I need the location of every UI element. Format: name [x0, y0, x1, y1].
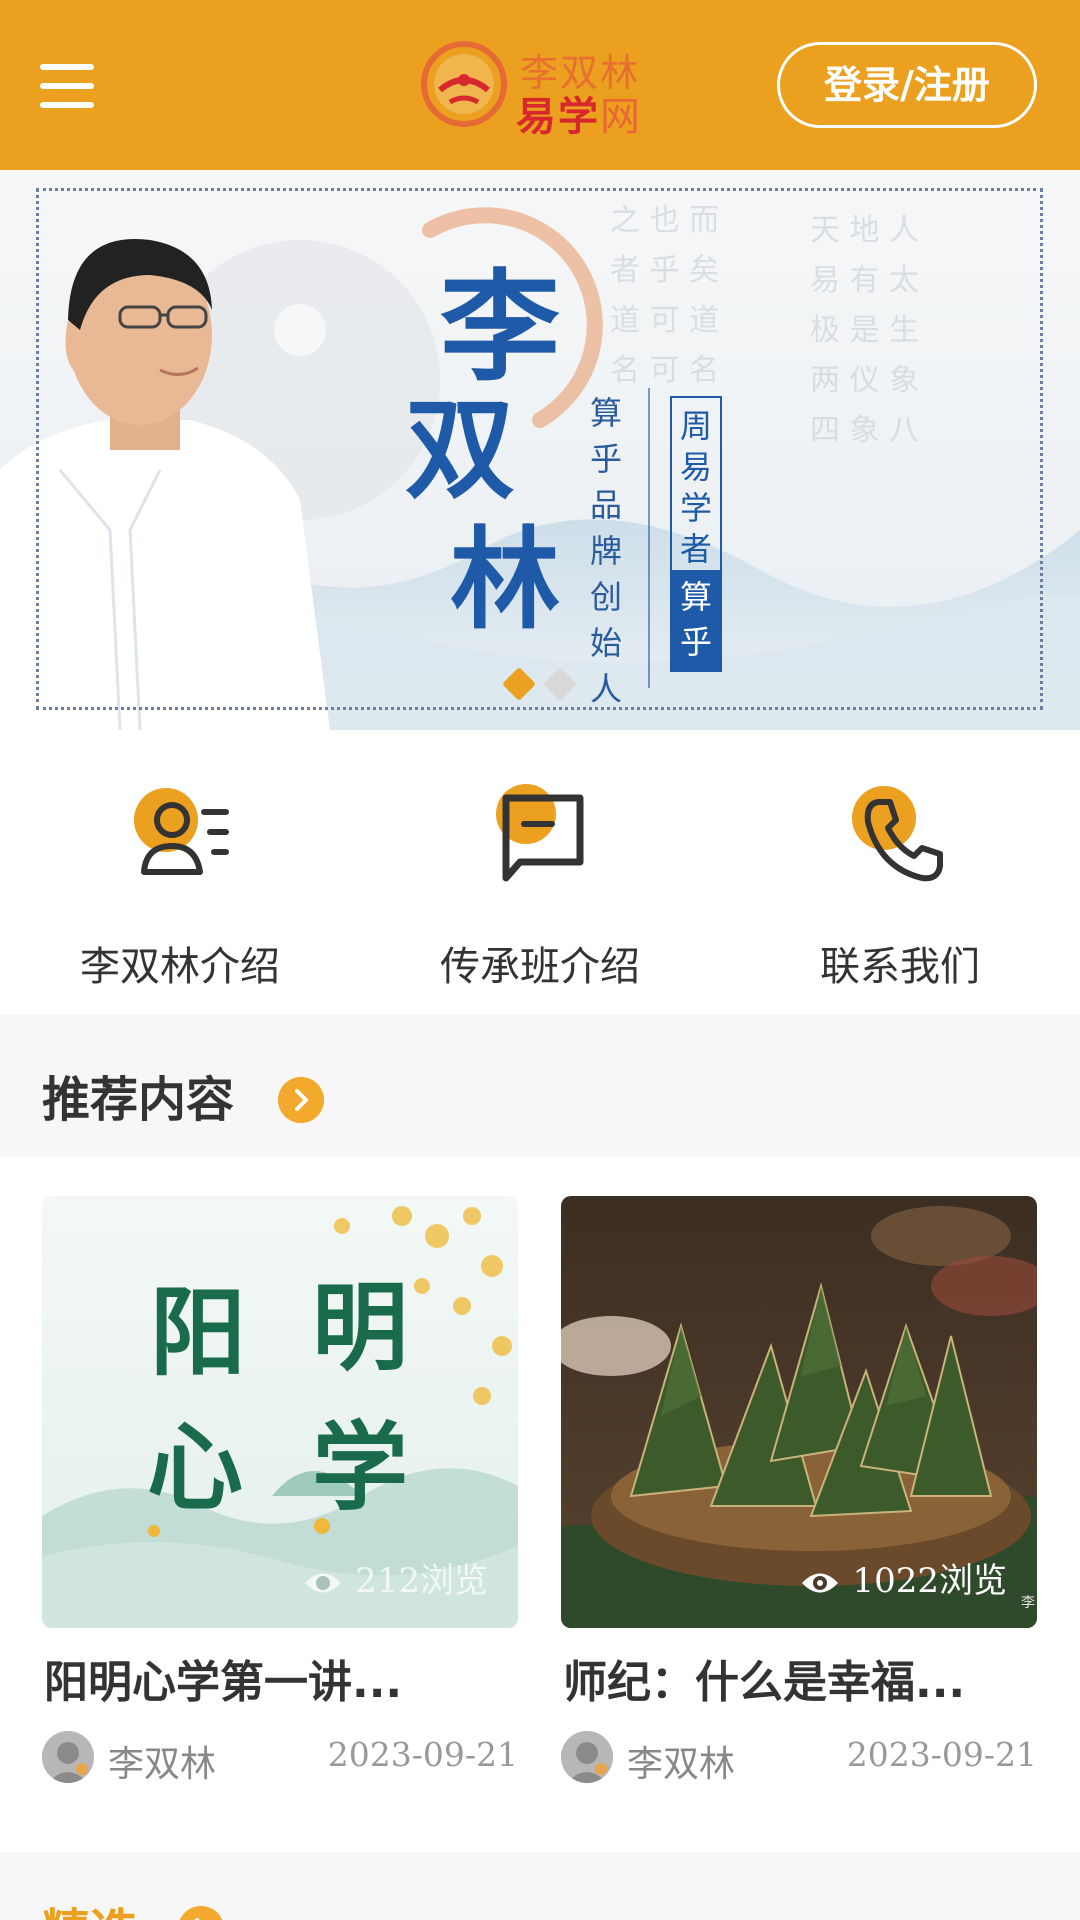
- quick-nav-item-contact[interactable]: 联系我们: [720, 784, 1080, 990]
- image-watermark: 李: [1021, 1595, 1035, 1611]
- publish-date: 2023-09-21: [846, 1735, 1037, 1774]
- quick-nav-item-class[interactable]: 传承班介绍: [360, 784, 720, 990]
- logo-mark-icon: [421, 41, 507, 127]
- view-count-text: 1022浏览: [852, 1561, 1007, 1601]
- person-card-icon: [134, 788, 229, 875]
- logo-line-2: 易学网: [516, 84, 642, 142]
- phone-icon: [852, 786, 943, 882]
- article-thumbnail[interactable]: 1022浏览 李: [561, 1196, 1037, 1628]
- featured-section-header[interactable]: 精选: [0, 1852, 1080, 1920]
- hero-banner[interactable]: 之 也 而者 乎 矣 道 可 道名 可 名 天 地 人易 有 太 极 是 生两 …: [0, 170, 1080, 730]
- view-count-text: 212浏览: [355, 1561, 488, 1601]
- author-avatar: [42, 1731, 94, 1783]
- view-count: 212浏览: [303, 1553, 488, 1602]
- chevron-right-icon[interactable]: [178, 1906, 224, 1920]
- quick-nav-label: 李双林介绍: [80, 944, 280, 990]
- quick-nav-label: 传承班介绍: [440, 944, 640, 990]
- eye-icon: [305, 1573, 342, 1593]
- chat-box-icon: [496, 784, 584, 882]
- article-thumbnail[interactable]: 阳 明 心 学 212浏览: [42, 1196, 518, 1628]
- section-title: 推荐内容: [42, 1072, 235, 1128]
- article-title[interactable]: 阳明心学第一讲...: [44, 1646, 520, 1710]
- thumbnail-char: 心: [147, 1411, 243, 1524]
- article-card[interactable]: 1022浏览 李 师纪：什么是幸福... 李双林 2023-09-21: [561, 1196, 1037, 1796]
- banner-dotted-frame: [36, 188, 1043, 710]
- site-logo[interactable]: 李双林 易学网: [420, 40, 660, 140]
- quick-nav-item-intro[interactable]: 李双林介绍: [0, 784, 360, 990]
- view-count: 1022浏览: [800, 1553, 1007, 1602]
- quick-nav-label: 联系我们: [820, 944, 980, 990]
- top-header: 李双林 易学网 登录/注册: [0, 0, 1080, 170]
- article-card[interactable]: 阳 明 心 学 212浏览 阳明心学第一讲... 李双林 2023-09-21: [42, 1196, 518, 1796]
- section-title: 精选: [42, 1892, 138, 1920]
- recommended-section-header[interactable]: 推荐内容: [0, 1015, 1080, 1157]
- author-name: 李双林: [108, 1744, 217, 1785]
- publish-date: 2023-09-21: [327, 1735, 518, 1774]
- thumbnail-char: 阳: [150, 1276, 246, 1389]
- article-title[interactable]: 师纪：什么是幸福...: [563, 1646, 1039, 1710]
- hamburger-menu-icon[interactable]: [40, 64, 94, 108]
- author-avatar: [561, 1731, 613, 1783]
- quick-nav: 李双林介绍 传承班介绍 联系我们: [0, 730, 1080, 1015]
- login-register-button[interactable]: 登录/注册: [777, 42, 1037, 128]
- logo-line-2b: 网: [600, 94, 642, 140]
- eye-icon: [802, 1573, 839, 1593]
- author-name: 李双林: [627, 1744, 736, 1785]
- logo-line-2a: 易学: [516, 94, 600, 140]
- thumbnail-char: 学: [312, 1411, 408, 1524]
- thumbnail-char: 明: [312, 1271, 408, 1384]
- chevron-right-icon[interactable]: [278, 1077, 324, 1123]
